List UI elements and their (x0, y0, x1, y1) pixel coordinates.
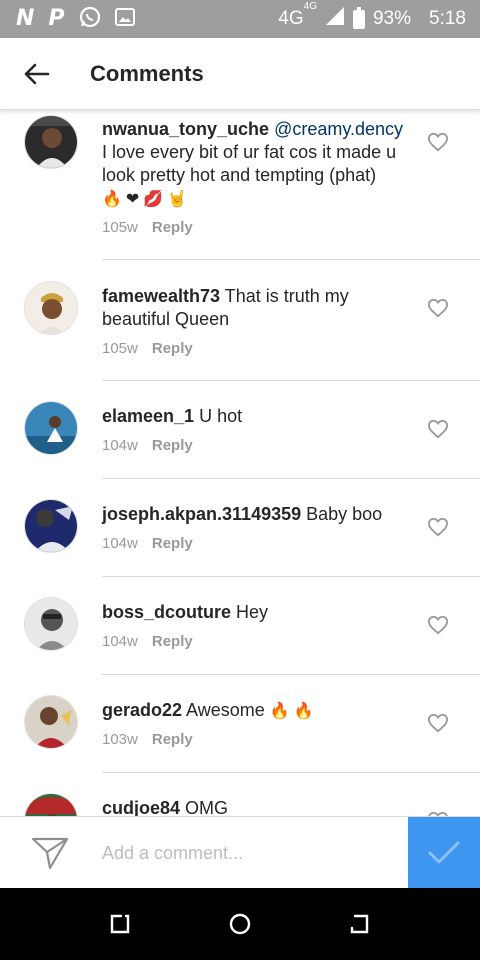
reply-button[interactable]: Reply (152, 633, 193, 650)
rock-hand-emoji: 🤘 (167, 191, 188, 208)
system-nav-bar (0, 888, 480, 960)
heart-icon[interactable] (427, 517, 449, 537)
comment-item: cudjoe84 OMG (0, 773, 480, 816)
avatar[interactable] (24, 499, 78, 553)
comment-body: U hot (194, 406, 243, 426)
heart-icon[interactable] (427, 713, 449, 733)
comment-item: boss_dcouture Hey 104w Reply (0, 577, 480, 675)
comment-item: elameen_1 U hot 104w Reply (0, 381, 480, 479)
comment-text: elameen_1 U hot (102, 405, 412, 428)
heart-icon[interactable] (427, 298, 449, 318)
comment-username[interactable]: joseph.akpan.31149359 (102, 504, 301, 524)
post-comment-button[interactable] (408, 817, 480, 889)
battery-icon (352, 6, 365, 29)
recents-button[interactable] (100, 904, 140, 944)
comment-text: gerado22 Awesome 🔥 🔥 (102, 699, 412, 723)
avatar[interactable] (24, 793, 78, 816)
reply-button[interactable]: Reply (152, 731, 193, 748)
comment-time: 104w (102, 535, 138, 552)
notification-icons: N P (16, 6, 135, 33)
comment-text: joseph.akpan.31149359 Baby boo (102, 503, 412, 526)
avatar[interactable] (24, 401, 78, 455)
comment-body: I love every bit of ur fat cos it made u… (102, 142, 397, 185)
comment-text: famewealth73 That is truth my beautiful … (102, 285, 412, 331)
avatar[interactable] (24, 695, 78, 749)
heart-icon[interactable] (427, 615, 449, 635)
comment-item: famewealth73 That is truth my beautiful … (0, 260, 480, 381)
back-nav-button[interactable] (340, 904, 380, 944)
heart-icon[interactable] (427, 132, 449, 152)
page-title: Comments (90, 60, 204, 86)
comment-text: boss_dcouture Hey (102, 601, 412, 624)
reply-button[interactable]: Reply (152, 437, 193, 454)
comment-body: Awesome (182, 700, 265, 720)
comment-time: 104w (102, 437, 138, 454)
avatar[interactable] (24, 115, 78, 169)
comment-body: OMG (180, 798, 229, 816)
comment-item: nwanua_tony_uche @creamy.dency I love ev… (0, 110, 480, 260)
comment-compose-bar (0, 816, 480, 889)
comment-meta: 104w Reply (102, 633, 193, 650)
kiss-emoji: 💋 (143, 191, 164, 208)
reply-button[interactable]: Reply (152, 535, 193, 552)
comment-input[interactable] (102, 837, 392, 869)
n-icon: N (16, 6, 35, 31)
whatsapp-icon (79, 6, 101, 33)
comments-list[interactable]: nwanua_tony_uche @creamy.dency I love ev… (0, 110, 480, 816)
reply-button[interactable]: Reply (152, 340, 193, 357)
network-indicator: 4G4G (278, 0, 317, 29)
status-right: 4G4G 93% 5:18 (278, 0, 466, 32)
fire-emoji: 🔥 (269, 703, 290, 720)
fire-emoji: 🔥 (293, 703, 314, 720)
back-button[interactable] (0, 38, 72, 110)
home-button[interactable] (220, 904, 260, 944)
comment-username[interactable]: cudjoe84 (102, 798, 180, 816)
recents-icon (110, 914, 130, 934)
comments-header: Comments (0, 38, 480, 110)
home-icon (229, 913, 251, 935)
reply-button[interactable]: Reply (152, 219, 193, 236)
avatar[interactable] (24, 597, 78, 651)
fire-emoji: 🔥 (102, 191, 122, 208)
comment-text: cudjoe84 OMG (102, 797, 412, 816)
comment-time: 105w (102, 340, 138, 357)
comment-body: Baby boo (301, 504, 383, 524)
status-bar: N P 4G4G 93% 5:18 (0, 0, 480, 38)
gallery-icon (114, 7, 135, 32)
back-nav-icon (350, 914, 369, 934)
p-icon: P (48, 6, 65, 31)
comment-time: 103w (102, 731, 138, 748)
comment-username[interactable]: famewealth73 (102, 286, 220, 306)
comment-mention[interactable]: @creamy.dency (274, 119, 403, 139)
signal-icon (325, 6, 345, 32)
comment-meta: 104w Reply (102, 437, 193, 454)
send-icon[interactable] (30, 835, 70, 871)
comment-item: joseph.akpan.31149359 Baby boo 104w Repl… (0, 479, 480, 577)
comment-username[interactable]: boss_dcouture (102, 602, 231, 622)
comment-username[interactable]: gerado22 (102, 700, 182, 720)
clock: 5:18 (429, 8, 466, 29)
comment-username[interactable]: nwanua_tony_uche (102, 119, 269, 139)
arrow-left-icon (24, 63, 50, 84)
comment-meta: 103w Reply (102, 731, 193, 748)
comment-username[interactable]: elameen_1 (102, 406, 194, 426)
heart-emoji: ❤ (125, 191, 140, 208)
comment-item: gerado22 Awesome 🔥 🔥 103w Reply (0, 675, 480, 773)
comment-meta: 105w Reply (102, 340, 193, 357)
comment-text: nwanua_tony_uche @creamy.dency I love ev… (102, 118, 412, 211)
check-icon (428, 841, 460, 864)
comment-body: Hey (231, 602, 269, 622)
comment-meta: 105w Reply (102, 219, 193, 236)
comment-time: 105w (102, 219, 138, 236)
comment-time: 104w (102, 633, 138, 650)
heart-icon[interactable] (427, 419, 449, 439)
avatar[interactable] (24, 281, 78, 335)
comment-meta: 104w Reply (102, 535, 193, 552)
battery-percent: 93% (372, 8, 412, 29)
